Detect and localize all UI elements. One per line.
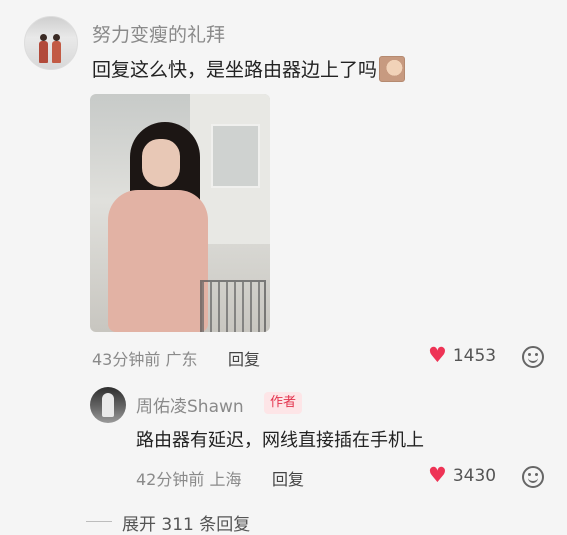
author-badge: 作者 <box>264 392 303 414</box>
like-button[interactable]: ♥ 1453 <box>428 345 496 366</box>
reply-meta: 42分钟前 上海 <box>136 466 241 490</box>
reply-like-count: 3430 <box>452 465 497 486</box>
reply-username[interactable]: 周佑凌Shawn <box>136 392 244 417</box>
comment-location: 广东 <box>165 350 198 369</box>
reply-button[interactable]: 回复 <box>228 346 260 370</box>
comment-text: 回复这么快，是坐路由器边上了吗 <box>92 55 406 82</box>
commenter-username[interactable]: 努力变瘦的礼拜 <box>92 20 225 47</box>
comment-image[interactable] <box>90 94 270 332</box>
expand-divider <box>86 521 112 522</box>
emoji-react-icon[interactable] <box>522 346 544 368</box>
reply-location: 上海 <box>209 470 242 489</box>
comment-meta: 43分钟前 广东 <box>92 346 197 370</box>
reply-reply-button[interactable]: 回复 <box>272 466 304 490</box>
comment-time: 43分钟前 <box>92 350 161 369</box>
reply-text: 路由器有延迟，网线直接插在手机上 <box>136 430 424 451</box>
like-count: 1453 <box>452 345 497 366</box>
heart-icon: ♥ <box>428 463 447 487</box>
heart-icon: ♥ <box>428 343 447 367</box>
sticker-emoji-icon <box>379 55 406 82</box>
commenter-avatar[interactable] <box>24 16 78 70</box>
reply-time: 42分钟前 <box>136 470 205 489</box>
expand-replies-button[interactable]: 展开 311 条回复 <box>122 510 250 535</box>
reply-like-button[interactable]: ♥ 3430 <box>428 465 496 486</box>
reply-avatar[interactable] <box>90 387 126 423</box>
comment-text-body: 回复这么快，是坐路由器边上了吗 <box>92 59 378 81</box>
emoji-react-icon[interactable] <box>522 466 544 488</box>
